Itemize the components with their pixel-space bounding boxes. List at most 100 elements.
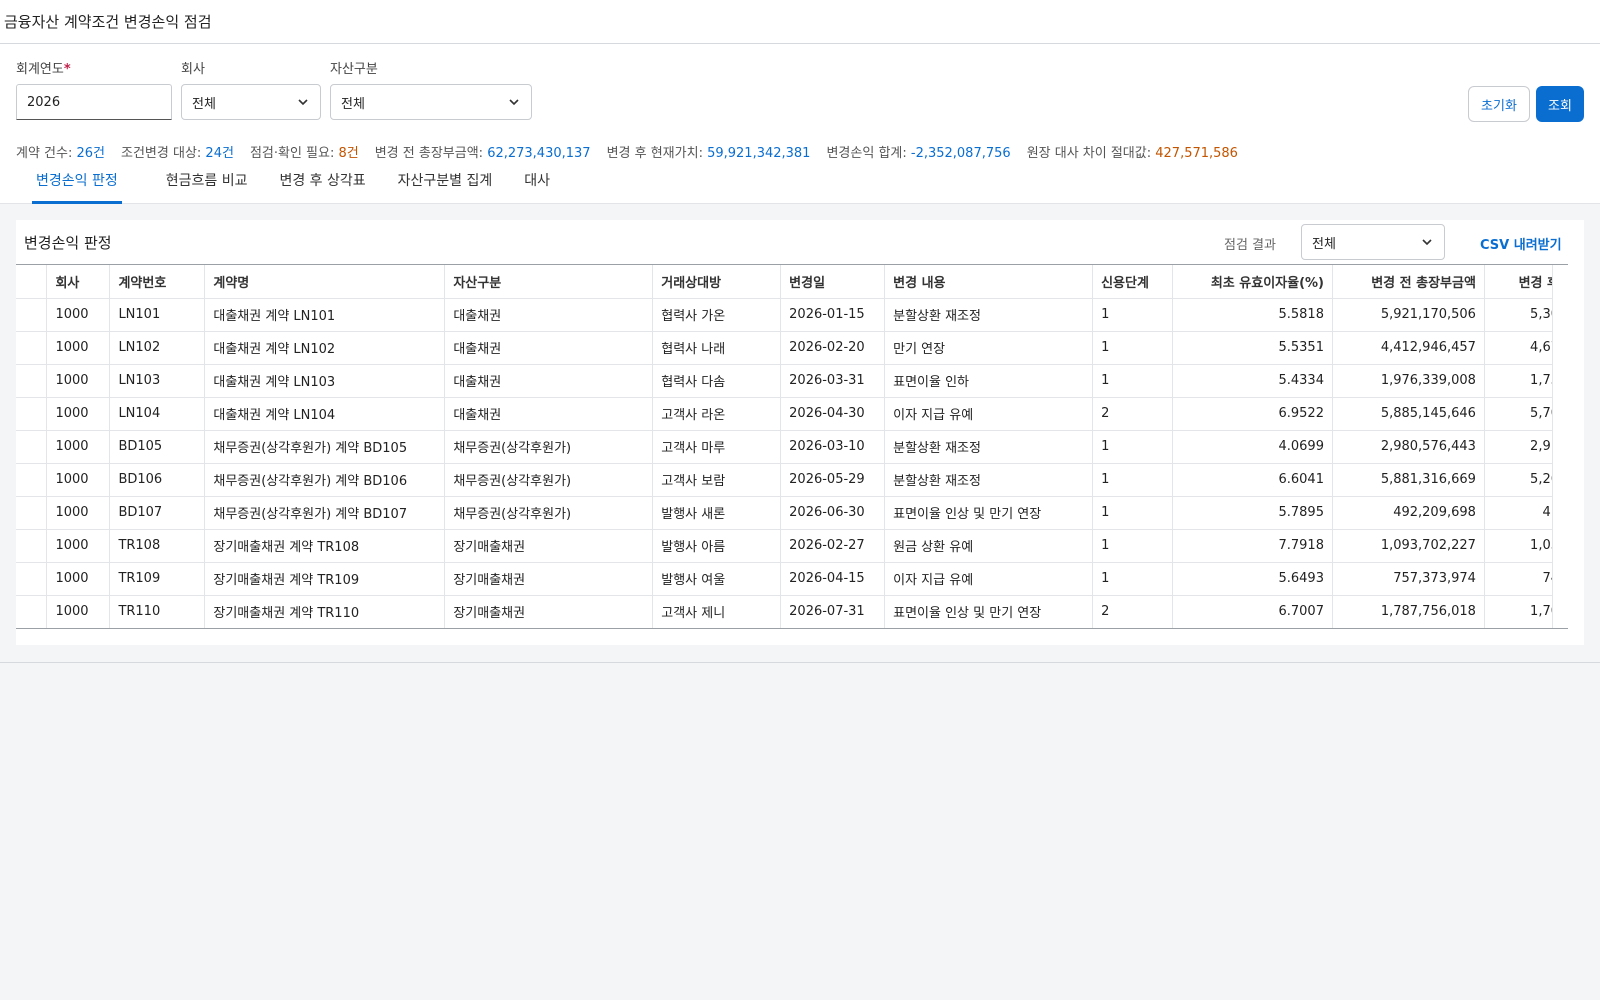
table-cell: 6.9522	[1172, 397, 1333, 431]
year-input[interactable]: 2026	[16, 84, 172, 120]
table-cell	[16, 364, 48, 398]
table-cell: BD105	[109, 430, 206, 464]
table-cell: 장기매출채권	[444, 595, 654, 628]
table-row[interactable]: 1000 BD106 채무증권(상각후원가) 계약 BD106 채무증권(상각후원가)…	[16, 463, 1568, 497]
result-table-wrap: 회사 계약번호 계약명 자산구분 거래상대방 변경일 변경 내용 신용단계 최초 유효이자율(%…	[16, 264, 1568, 629]
tab-gain-loss[interactable]: 변경손익 판정	[32, 160, 122, 204]
table-cell: 고객사 라온	[652, 397, 782, 431]
table-cell: 5.6493	[1172, 562, 1333, 596]
table-cell: 1	[1092, 529, 1174, 563]
table-cell: 4,412,946,457	[1332, 331, 1485, 365]
table-cell	[16, 331, 48, 365]
table-cell: 고객사 보람	[652, 463, 782, 497]
result-filter-label: 점검 결과	[1224, 238, 1276, 253]
table-cell: 1,976,339,008	[1332, 364, 1485, 398]
reset-button[interactable]: 초기화	[1468, 86, 1530, 122]
table-cell: 2026-06-30	[780, 496, 886, 530]
table-cell: 대출채권 계약 LN104	[204, 397, 446, 431]
horizontal-scrollbar[interactable]	[16, 629, 1568, 645]
chevron-down-icon	[296, 95, 310, 109]
column-header[interactable]: 계약번호	[109, 265, 206, 299]
table-cell: 원금 상환 유예	[884, 529, 1094, 563]
table-cell: 1	[1092, 331, 1174, 365]
tab-reconciliation[interactable]: 대사	[508, 160, 566, 204]
required-mark: *	[63, 62, 71, 77]
column-header[interactable]: 거래상대방	[652, 265, 782, 299]
table-cell: BD106	[109, 463, 206, 497]
table-cell: 발행사 아름	[652, 529, 782, 563]
table-cell: 분할상환 재조정	[884, 430, 1094, 464]
table-cell: 5.5818	[1172, 298, 1333, 332]
table-cell: 5.7895	[1172, 496, 1333, 530]
table-cell	[16, 562, 48, 596]
column-header[interactable]: 변경일	[780, 265, 886, 299]
column-header[interactable]: 변경 내용	[884, 265, 1094, 299]
table-cell: 분할상환 재조정	[884, 298, 1094, 332]
table-cell: 1,093,702,227	[1332, 529, 1485, 563]
table-row[interactable]: 1000 TR108 장기매출채권 계약 TR108 장기매출채권 발행사 아름 2026…	[16, 529, 1568, 563]
table-cell: 5,881,316,669	[1332, 463, 1485, 497]
table-cell: 5.5351	[1172, 331, 1333, 365]
table-cell: LN104	[109, 397, 206, 431]
table-cell: 채무증권(상각후원가) 계약 BD105	[204, 430, 446, 464]
search-button[interactable]: 조회	[1536, 86, 1584, 122]
column-header[interactable]: 회사	[46, 265, 111, 299]
result-panel: 변경손익 판정 점검 결과 전체 CSV 내려받기 회사 계약번호 계약명 자산구분 거…	[16, 220, 1584, 645]
table-cell: LN101	[109, 298, 206, 332]
table-cell: TR108	[109, 529, 206, 563]
table-cell: 대출채권 계약 LN102	[204, 331, 446, 365]
table-cell: 1	[1092, 562, 1174, 596]
table-cell: 1000	[46, 364, 111, 398]
column-header[interactable]: 최초 유효이자율(%)	[1172, 265, 1333, 299]
table-cell: 고객사 마루	[652, 430, 782, 464]
table-row[interactable]: 1000 TR109 장기매출채권 계약 TR109 장기매출채권 발행사 여울 2026…	[16, 562, 1568, 596]
table-row[interactable]: 1000 TR110 장기매출채권 계약 TR110 장기매출채권 고객사 제니 2026…	[16, 595, 1568, 628]
table-cell	[16, 496, 48, 530]
table-cell: 757,373,974	[1332, 562, 1485, 596]
column-header[interactable]: 자산구분	[444, 265, 654, 299]
column-header[interactable]: 계약명	[204, 265, 446, 299]
year-field: 회계연도* 2026	[16, 58, 172, 120]
asset-select[interactable]: 전체	[330, 84, 532, 120]
table-row[interactable]: 1000 BD105 채무증권(상각후원가) 계약 BD105 채무증권(상각후원가)…	[16, 430, 1568, 464]
summary-item: 변경 후 현재가치: 59,921,342,381	[606, 146, 811, 161]
table-cell: 발행사 여울	[652, 562, 782, 596]
table-cell: 장기매출채권 계약 TR110	[204, 595, 446, 628]
tab-asset-summary[interactable]: 자산구분별 집계	[382, 160, 509, 204]
summary-item: 변경 전 총장부금액: 62,273,430,137	[374, 146, 591, 161]
table-cell	[16, 397, 48, 431]
chevron-down-icon	[507, 95, 521, 109]
tab-amortization[interactable]: 변경 후 상각표	[263, 160, 381, 204]
tab-cashflow[interactable]: 현금흐름 비교	[150, 160, 264, 204]
table-cell: 장기매출채권 계약 TR108	[204, 529, 446, 563]
divider	[0, 662, 1600, 663]
column-header[interactable]	[16, 265, 48, 299]
company-select[interactable]: 전체	[181, 84, 321, 120]
summary-item: 원장 대사 차이 절대값: 427,571,586	[1026, 146, 1238, 161]
table-cell: 협력사 가온	[652, 298, 782, 332]
company-field: 회사 전체	[181, 58, 321, 120]
table-row[interactable]: 1000 BD107 채무증권(상각후원가) 계약 BD107 채무증권(상각후원가)…	[16, 496, 1568, 530]
table-cell: 1	[1092, 430, 1174, 464]
csv-download-link[interactable]: CSV 내려받기	[1480, 234, 1562, 253]
table-cell: 2026-02-27	[780, 529, 886, 563]
table-row[interactable]: 1000 LN101 대출채권 계약 LN101 대출채권 협력사 가온 2026-01-…	[16, 298, 1568, 332]
table-cell: 4.0699	[1172, 430, 1333, 464]
table-cell: BD107	[109, 496, 206, 530]
summary-item: 점검·확인 필요: 8건	[249, 146, 359, 161]
table-row[interactable]: 1000 LN104 대출채권 계약 LN104 대출채권 고객사 라온 2026-04-…	[16, 397, 1568, 431]
table-cell: 2026-02-20	[780, 331, 886, 365]
table-cell: 7.7918	[1172, 529, 1333, 563]
table-cell: 5,885,145,646	[1332, 397, 1485, 431]
column-header[interactable]: 변경 전 총장부금액	[1332, 265, 1485, 299]
result-filter-select[interactable]: 전체	[1301, 224, 1445, 260]
table-cell: 1000	[46, 496, 111, 530]
table-row[interactable]: 1000 LN103 대출채권 계약 LN103 대출채권 협력사 다솜 2026-03-…	[16, 364, 1568, 398]
column-header[interactable]: 신용단계	[1092, 265, 1174, 299]
table-cell: 2026-07-31	[780, 595, 886, 628]
table-cell: 장기매출채권	[444, 562, 654, 596]
vertical-scrollbar[interactable]	[1552, 265, 1568, 628]
table-cell: 대출채권	[444, 397, 654, 431]
table-cell: 표면이율 인하	[884, 364, 1094, 398]
table-row[interactable]: 1000 LN102 대출채권 계약 LN102 대출채권 협력사 나래 2026-02-…	[16, 331, 1568, 365]
